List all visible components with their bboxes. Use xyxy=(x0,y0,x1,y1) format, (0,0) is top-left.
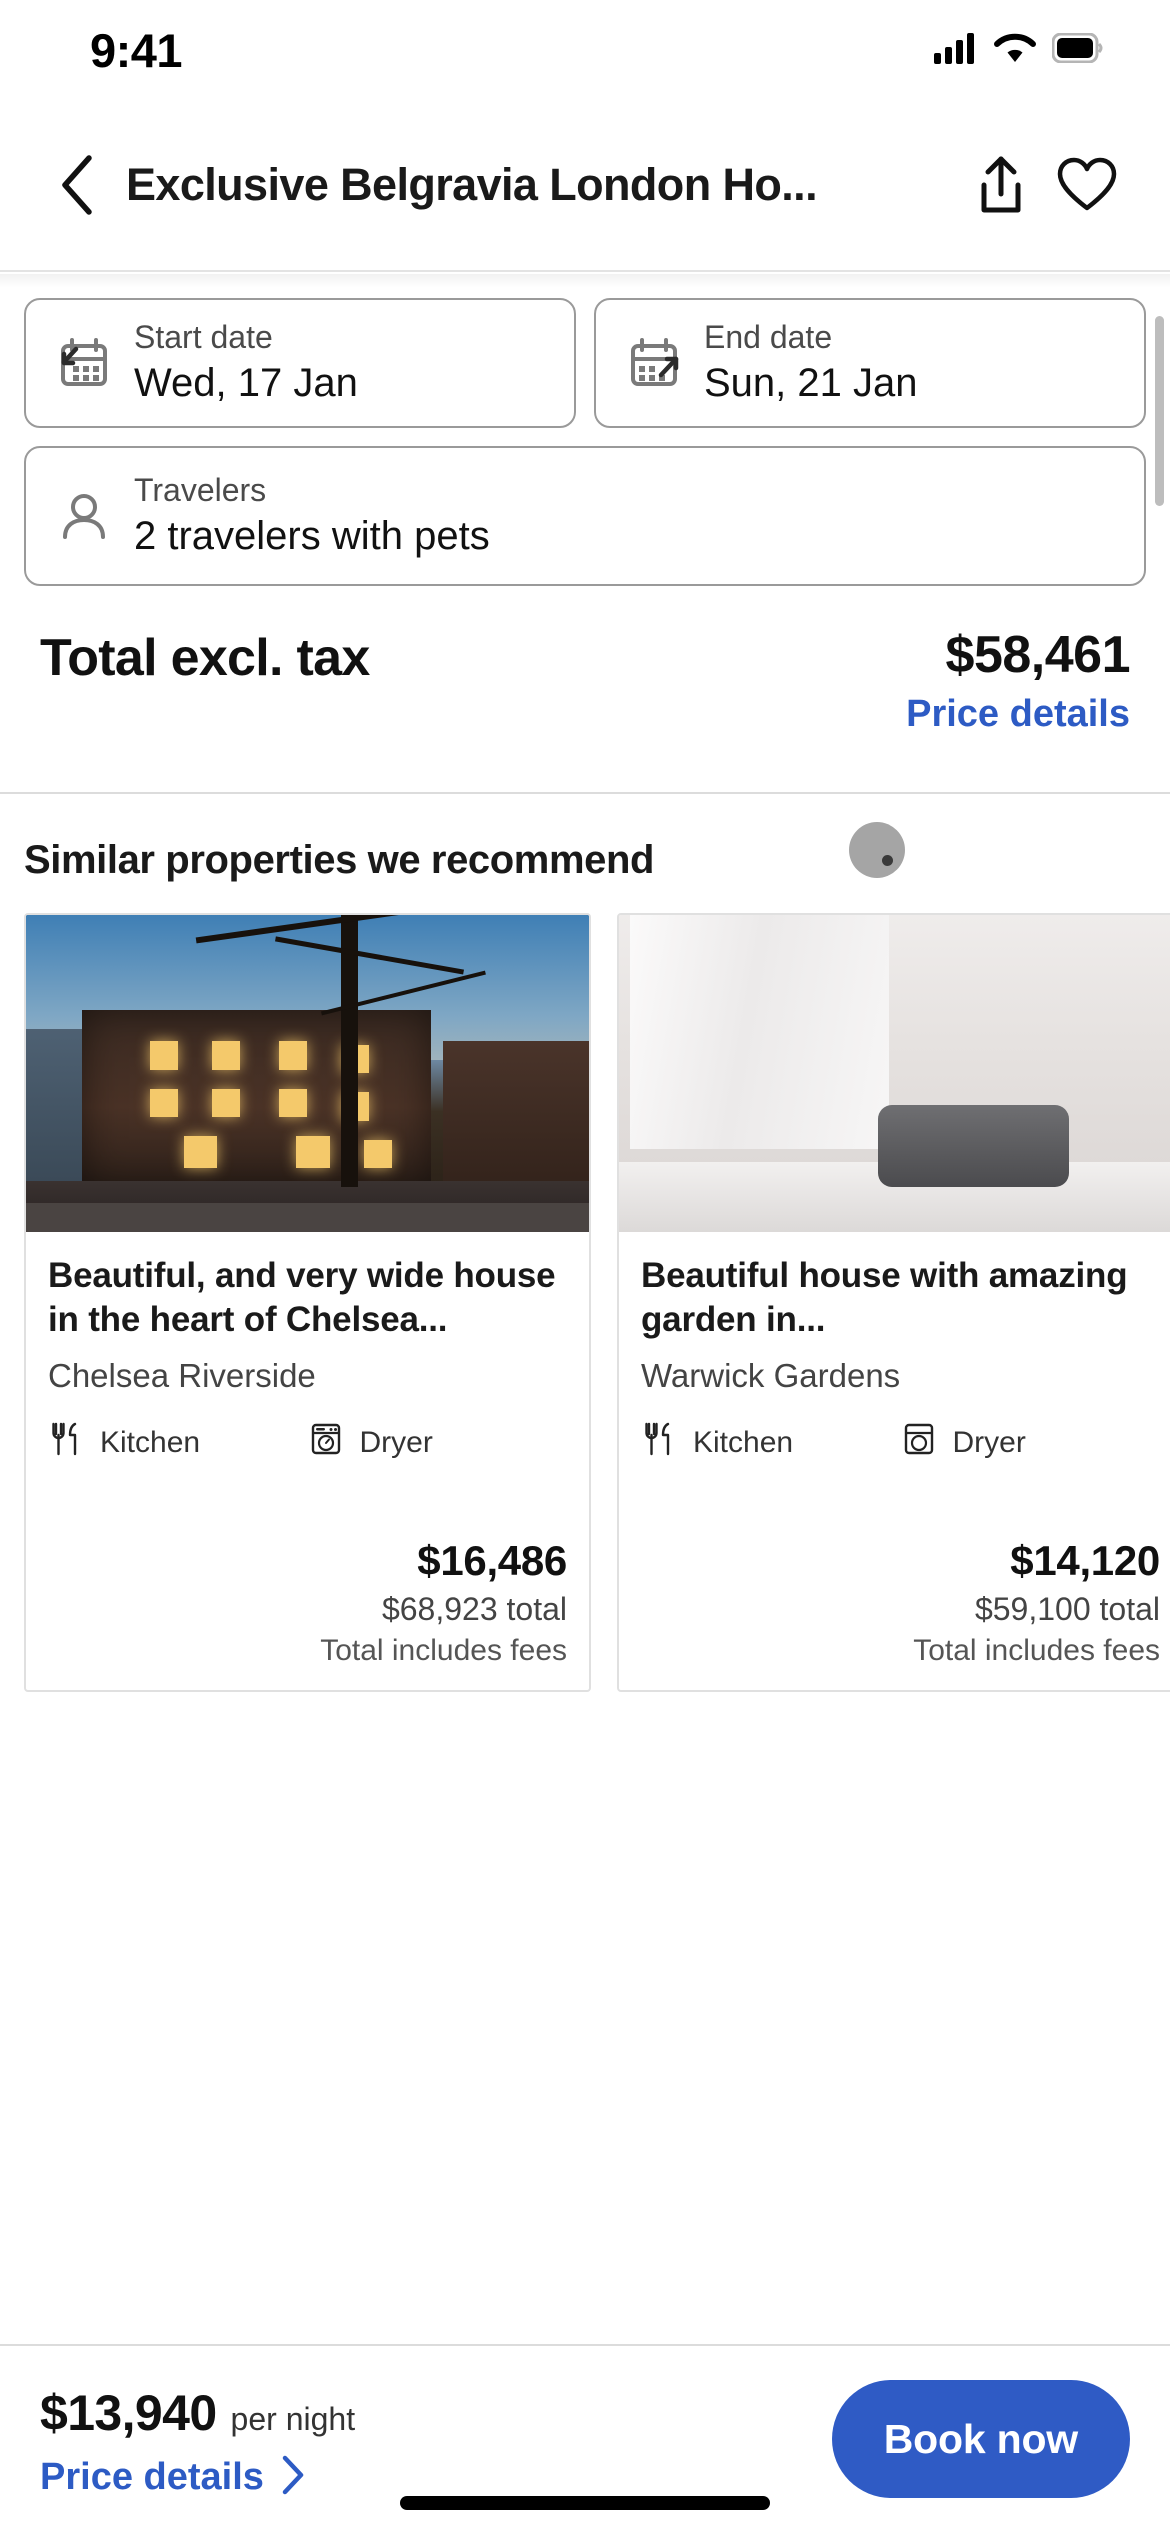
wifi-icon xyxy=(994,32,1036,69)
end-date-value: Sun, 21 Jan xyxy=(704,360,918,405)
property-taxes-note: Total includes fees xyxy=(320,1634,567,1668)
end-date-text: End date Sun, 21 Jan xyxy=(704,319,918,407)
status-bar: 9:41 xyxy=(0,0,1170,100)
bottom-per-night: per night xyxy=(230,2400,356,2437)
bottom-price: $13,940 xyxy=(40,2384,217,2441)
start-date-field[interactable]: Start date Wed, 17 Jan xyxy=(24,298,576,428)
dryer-icon xyxy=(901,1421,937,1465)
amenity-label: Dryer xyxy=(359,1426,433,1460)
price-details-link-top[interactable]: Price details xyxy=(906,693,1130,736)
vertical-scrollbar[interactable] xyxy=(1155,316,1164,506)
photo-right-building xyxy=(442,1041,589,1188)
property-price: $14,120 xyxy=(1010,1537,1160,1585)
share-button[interactable] xyxy=(958,142,1044,228)
photo-window xyxy=(183,1136,218,1169)
travelers-value: 2 travelers with pets xyxy=(134,513,490,558)
page-title: Exclusive Belgravia London Ho... xyxy=(126,159,818,210)
property-amenities: Kitchen Dryer xyxy=(48,1421,567,1465)
bottom-price-line: $13,940 per night xyxy=(40,2384,355,2442)
property-taxes-note: Total includes fees xyxy=(913,1634,1160,1668)
property-total: $59,100 total xyxy=(974,1591,1160,1628)
chevron-right-icon xyxy=(280,2454,306,2501)
property-amenities: Kitchen Dryer xyxy=(641,1421,1160,1465)
total-block: Total excl. tax $58,461 Price details xyxy=(0,628,1170,736)
photo-window xyxy=(363,1139,392,1169)
travelers-row: Travelers 2 travelers with pets xyxy=(24,446,1146,586)
cellular-bars-icon xyxy=(934,32,978,69)
property-price-block: $16,486 $68,923 total Total includes fee… xyxy=(26,1537,589,1690)
photo-window xyxy=(279,1088,308,1118)
property-card[interactable]: Beautiful, and very wide house in the he… xyxy=(24,912,591,1693)
nav-bar: Exclusive Belgravia London Ho... xyxy=(0,100,1170,272)
photo-window xyxy=(296,1136,330,1169)
amenity-dryer: Dryer xyxy=(901,1421,1161,1465)
total-right: $58,461 Price details xyxy=(906,628,1130,736)
scroll-content[interactable]: Start date Wed, 17 Jan End date Sun, 21 … xyxy=(0,274,1170,2344)
end-date-label: End date xyxy=(704,319,833,356)
property-total: $68,923 total xyxy=(381,1591,567,1628)
heart-outline-icon xyxy=(1057,157,1117,211)
status-time: 9:41 xyxy=(90,23,183,77)
property-name: Beautiful house with amazing garden in..… xyxy=(641,1255,1128,1340)
property-card[interactable]: Beautiful house with amazing garden in..… xyxy=(617,912,1170,1693)
calendar-arrow-in-icon xyxy=(52,335,116,391)
photo-window xyxy=(149,1041,178,1070)
photo-window xyxy=(211,1041,240,1070)
dates-row: Start date Wed, 17 Jan End date Sun, 21 … xyxy=(24,298,1146,428)
total-amount: $58,461 xyxy=(945,626,1131,684)
end-date-field[interactable]: End date Sun, 21 Jan xyxy=(594,298,1146,428)
person-icon xyxy=(52,488,116,544)
amenity-kitchen: Kitchen xyxy=(641,1421,901,1465)
start-date-label: Start date xyxy=(134,319,273,356)
property-price: $16,486 xyxy=(417,1537,567,1585)
photo-window xyxy=(149,1088,178,1118)
battery-full-icon xyxy=(1051,32,1104,68)
property-area: Chelsea Riverside xyxy=(48,1357,316,1395)
kitchen-icon xyxy=(641,1421,677,1465)
amenity-kitchen: Kitchen xyxy=(48,1421,308,1465)
photo-window xyxy=(279,1041,308,1070)
price-details-label: Price details xyxy=(40,2455,264,2498)
status-icons xyxy=(934,32,1104,69)
total-line: Total excl. tax $58,461 Price details xyxy=(40,628,1130,736)
similar-properties-heading: Similar properties we recommend xyxy=(24,837,655,882)
property-name: Beautiful, and very wide house in the he… xyxy=(48,1255,556,1340)
amenity-dryer: Dryer xyxy=(308,1421,568,1465)
property-photo[interactable] xyxy=(26,914,589,1232)
photo-window xyxy=(211,1088,240,1118)
photo-road xyxy=(26,1203,589,1232)
start-date-text: Start date Wed, 17 Jan xyxy=(134,319,358,407)
property-area: Warwick Gardens xyxy=(641,1357,901,1395)
home-indicator xyxy=(400,2496,770,2510)
share-icon xyxy=(981,156,1021,213)
dryer-icon xyxy=(308,1421,344,1465)
amenity-label: Dryer xyxy=(952,1426,1026,1460)
stay-form: Start date Wed, 17 Jan End date Sun, 21 … xyxy=(0,274,1170,586)
kitchen-icon xyxy=(48,1421,84,1465)
start-date-value: Wed, 17 Jan xyxy=(134,360,358,405)
favorite-button[interactable] xyxy=(1044,142,1130,228)
property-body: Beautiful, and very wide house in the he… xyxy=(26,1232,589,1466)
property-photo[interactable] xyxy=(619,914,1170,1232)
photo-curtain xyxy=(630,914,890,1150)
bottom-price-group: $13,940 per night Price details xyxy=(40,2378,355,2501)
travelers-label: Travelers xyxy=(134,472,267,509)
amenity-label: Kitchen xyxy=(693,1426,794,1460)
chevron-left-icon xyxy=(62,155,92,215)
price-details-link-bottom[interactable]: Price details xyxy=(40,2454,355,2501)
travelers-field[interactable]: Travelers 2 travelers with pets xyxy=(24,446,1146,586)
travelers-text: Travelers 2 travelers with pets xyxy=(134,472,490,560)
book-now-button[interactable]: Book now xyxy=(831,2380,1130,2498)
similar-properties-section: Similar properties we recommend Beautifu… xyxy=(0,794,1170,1693)
property-price-block: $14,120 $59,100 total Total includes fee… xyxy=(619,1537,1170,1690)
photo-pillow xyxy=(877,1104,1070,1188)
total-label: Total excl. tax xyxy=(40,629,370,687)
amenity-label: Kitchen xyxy=(100,1426,201,1460)
property-body: Beautiful house with amazing garden in..… xyxy=(619,1232,1170,1466)
calendar-arrow-out-icon xyxy=(622,335,686,391)
back-button[interactable] xyxy=(44,150,114,220)
similar-properties-rail[interactable]: Beautiful, and very wide house in the he… xyxy=(0,912,1170,1693)
